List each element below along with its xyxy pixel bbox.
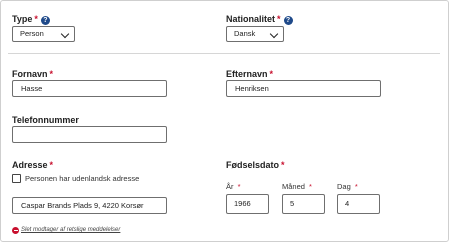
day-label-text: Dag — [337, 182, 351, 191]
nationality-label: Nationalitet *? — [226, 14, 293, 25]
question-circle-icon[interactable]: ? — [283, 16, 293, 25]
required-mark: * — [49, 160, 54, 170]
question-circle-icon[interactable]: ? — [40, 16, 50, 25]
chevron-down-icon — [269, 29, 279, 39]
month-label-text: Måned — [282, 182, 305, 191]
nationality-select-value: Dansk — [234, 29, 256, 38]
required-mark: * — [277, 14, 281, 24]
chevron-down-icon — [60, 29, 70, 39]
type-label-text: Type — [12, 14, 33, 24]
month-label: Måned * — [282, 182, 312, 191]
phone-field[interactable] — [12, 126, 167, 143]
day-field[interactable]: 4 — [337, 194, 380, 214]
last-name-field[interactable]: Henriksen — [226, 80, 381, 97]
required-mark: * — [269, 69, 274, 79]
birthdate-label: Fødselsdato * — [226, 160, 285, 171]
section-divider — [8, 53, 440, 54]
type-label: Type *? — [12, 14, 50, 25]
type-select-value: Person — [20, 29, 44, 38]
address-label: Adresse * — [12, 160, 53, 171]
required-mark: * — [354, 182, 358, 191]
type-select[interactable]: Person — [12, 26, 75, 42]
form-panel: Type *? Person Nationalitet *? Dansk Forna… — [0, 0, 449, 242]
nationality-label-text: Nationalitet — [226, 14, 276, 24]
year-label-text: År — [226, 182, 234, 191]
month-field[interactable]: 5 — [282, 194, 325, 214]
phone-label: Telefonnummer — [12, 115, 79, 126]
remove-recipient-link[interactable]: Slet modtager af retslige meddelelser — [21, 227, 120, 234]
required-mark: * — [237, 182, 241, 191]
required-mark: * — [49, 69, 54, 79]
address-label-text: Adresse — [12, 160, 48, 170]
phone-label-text: Telefonnummer — [12, 115, 79, 125]
foreign-address-checkbox[interactable] — [12, 174, 21, 183]
address-field[interactable]: Caspar Brands Plads 9, 4220 Korsør — [12, 197, 167, 214]
minus-circle-icon[interactable] — [12, 227, 19, 234]
foreign-address-label: Personen har udenlandsk adresse — [25, 174, 140, 183]
first-name-field[interactable]: Hasse — [12, 80, 167, 97]
first-name-label-text: Fornavn — [12, 69, 48, 79]
birthdate-label-text: Fødselsdato — [226, 160, 280, 170]
required-mark: * — [281, 160, 285, 170]
year-label: År * — [226, 182, 241, 191]
first-name-label: Fornavn * — [12, 69, 53, 80]
last-name-label-text: Efternavn — [226, 69, 268, 79]
last-name-label: Efternavn * — [226, 69, 273, 80]
year-field[interactable]: 1966 — [226, 194, 269, 214]
day-label: Dag * — [337, 182, 358, 191]
required-mark: * — [309, 182, 312, 191]
nationality-select[interactable]: Dansk — [226, 26, 284, 42]
required-mark: * — [34, 14, 38, 24]
